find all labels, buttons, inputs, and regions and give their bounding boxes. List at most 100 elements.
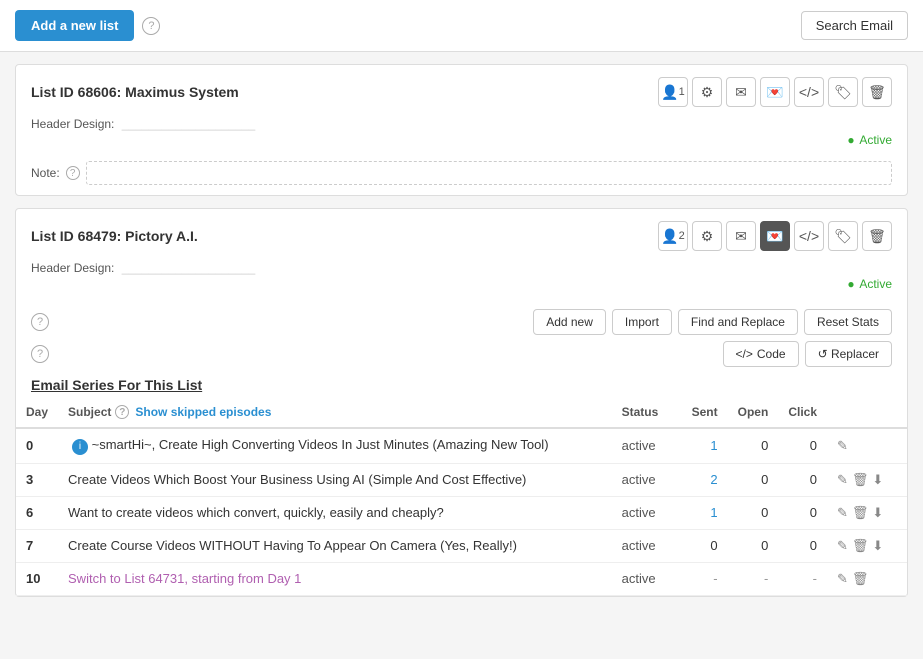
cell-status-2: active [612,496,682,529]
add-new-button[interactable]: Add new [533,309,606,335]
tag-button-68479[interactable]: 🏷 [828,221,858,251]
info-icon-0[interactable]: i [72,439,88,455]
search-email-wrapper: Search Email [801,11,908,40]
tag-button-68606[interactable]: 🏷 [828,77,858,107]
cell-click-1: 0 [778,463,827,496]
cell-day-2: 6 [16,496,58,529]
email-table-wrapper: Day Subject ? Show skipped episodes Stat… [16,397,907,596]
edit-icon-3[interactable]: ✎ [837,538,848,554]
trash-button-68606[interactable]: 🗑 [862,77,892,107]
edit-icon-2[interactable]: ✎ [837,505,848,521]
download-icon-3[interactable]: ⬇ [872,538,883,554]
cell-click-4: - [778,562,827,595]
replacer-button[interactable]: ↺ Replacer [805,341,892,367]
code-icon: </> [799,84,819,100]
list-card-68606: List ID 68606: Maximus System 👤 1 ⚙ ✉ 💌 … [15,64,908,196]
cell-status-0: active [612,428,682,463]
cell-actions-3: ✎🗑⬇ [827,529,907,562]
table-row: 3Create Videos Which Boost Your Business… [16,463,907,496]
cell-subject-4[interactable]: Switch to List 64731, starting from Day … [58,562,612,595]
cell-status-3: active [612,529,682,562]
list-title-68606: List ID 68606: Maximus System [31,84,239,100]
list-header-68606: List ID 68606: Maximus System 👤 1 ⚙ ✉ 💌 … [16,65,907,115]
cell-click-2: 0 [778,496,827,529]
cell-subject-3: Create Course Videos WITHOUT Having To A… [58,529,612,562]
col-day: Day [16,397,58,428]
col-status: Status [612,397,682,428]
note-help-icon[interactable]: ? [66,166,80,180]
table-row: 6Want to create videos which convert, qu… [16,496,907,529]
envelope-button-68606[interactable]: 💌 [760,77,790,107]
email-series-table: Day Subject ? Show skipped episodes Stat… [16,397,907,596]
trash-button-68479[interactable]: 🗑 [862,221,892,251]
cell-open-0: 0 [728,428,779,463]
gear-icon: ⚙ [701,84,714,101]
cell-actions-0: ✎ [827,428,907,463]
gear-button-68606[interactable]: ⚙ [692,77,722,107]
download-icon-2[interactable]: ⬇ [872,505,883,521]
cell-open-1: 0 [728,463,779,496]
active-dot-68606: ● [847,133,854,147]
tag-icon-2: 🏷 [834,228,852,245]
cell-actions-1: ✎🗑⬇ [827,463,907,496]
email-button-68479[interactable]: ✉ [726,221,756,251]
list-header-68479: List ID 68479: Pictory A.I. 👤 2 ⚙ ✉ 💌 </… [16,209,907,259]
cell-open-2: 0 [728,496,779,529]
cell-sent-3: 0 [682,529,728,562]
subscriber-count-button-68606[interactable]: 👤 1 [658,77,688,107]
series-toolbar: ? Add new Import Find and Replace Reset … [16,299,907,335]
envelope-icon-2: 💌 [766,228,783,245]
trash-icon-row-2[interactable]: 🗑 [852,505,869,521]
col-sent: Sent [682,397,728,428]
col-subject: Subject ? Show skipped episodes [58,397,612,428]
table-row: 10Switch to List 64731, starting from Da… [16,562,907,595]
email-icon-2: ✉ [735,228,747,245]
person-icon-2: 👤 [661,228,678,245]
add-new-list-button[interactable]: Add a new list [15,10,134,41]
cell-sent-4: - [682,562,728,595]
find-replace-button[interactable]: Find and Replace [678,309,798,335]
cell-sent-1[interactable]: 2 [682,463,728,496]
series-help-icon[interactable]: ? [31,313,49,331]
subject-help-icon[interactable]: ? [115,405,129,419]
reset-stats-button[interactable]: Reset Stats [804,309,892,335]
trash-icon-row-1[interactable]: 🗑 [852,472,869,488]
code-button-68479[interactable]: </> [794,221,824,251]
download-icon-1[interactable]: ⬇ [872,472,883,488]
email-icon: ✉ [735,84,747,101]
cell-open-3: 0 [728,529,779,562]
edit-icon-4[interactable]: ✎ [837,571,848,587]
header-design-68606: Header Design: ____________________ [16,115,907,131]
gear-button-68479[interactable]: ⚙ [692,221,722,251]
code-button-68606[interactable]: </> [794,77,824,107]
list-actions-68606: 👤 1 ⚙ ✉ 💌 </> 🏷 🗑 [658,77,892,107]
show-skipped-link[interactable]: Show skipped episodes [135,405,271,419]
subscriber-count-button-68479[interactable]: 👤 2 [658,221,688,251]
envelope-button-68479[interactable]: 💌 [760,221,790,251]
cell-status-4: active [612,562,682,595]
email-button-68606[interactable]: ✉ [726,77,756,107]
cell-subject-0: i ~smartHi~, Create High Converting Vide… [58,428,612,463]
edit-icon-1[interactable]: ✎ [837,472,848,488]
search-email-button[interactable]: Search Email [801,11,908,40]
code-btn[interactable]: </> Code [723,341,799,367]
list-actions-68479: 👤 2 ⚙ ✉ 💌 </> 🏷 🗑 [658,221,892,251]
cell-actions-4: ✎🗑 [827,562,907,595]
cell-sent-0[interactable]: 1 [682,428,728,463]
person-icon: 👤 [661,84,678,101]
table-row: 0i ~smartHi~, Create High Converting Vid… [16,428,907,463]
trash-icon-row-4[interactable]: 🗑 [852,571,869,587]
cell-day-0: 0 [16,428,58,463]
add-list-help-icon[interactable]: ? [142,17,160,35]
cell-sent-2[interactable]: 1 [682,496,728,529]
col-click: Click [778,397,827,428]
code-icon-2: </> [799,228,819,244]
tag-icon: 🏷 [834,84,852,101]
note-input-68606[interactable] [86,161,892,185]
edit-icon-0[interactable]: ✎ [837,438,848,454]
trash-icon-row-3[interactable]: 🗑 [852,538,869,554]
cell-click-3: 0 [778,529,827,562]
import-button[interactable]: Import [612,309,672,335]
second-toolbar: ? </> Code ↺ Replacer [16,335,907,367]
second-help-icon[interactable]: ? [31,345,49,363]
